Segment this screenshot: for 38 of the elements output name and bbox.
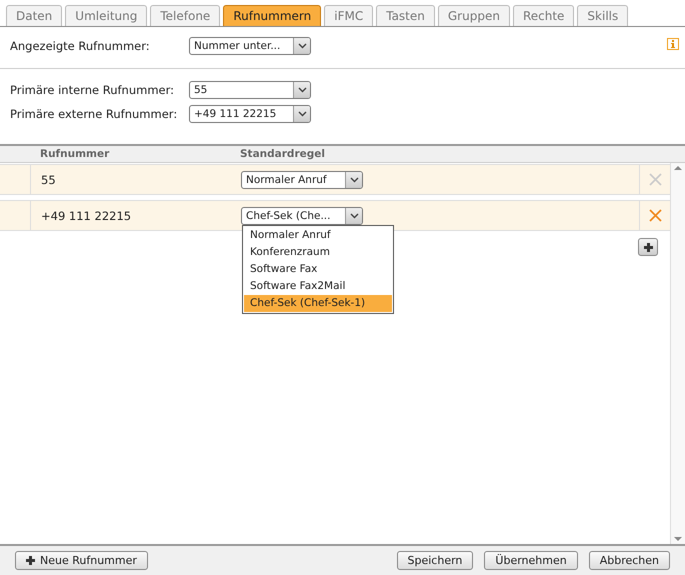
tab[interactable]: Rechte [512,5,574,26]
phone-number: 55 [40,172,57,186]
caret-icon [298,87,306,93]
tab[interactable]: Gruppen [438,5,510,26]
column-header: Rufnummer [40,148,110,160]
add-button[interactable] [638,238,658,256]
tab[interactable]: Daten [6,5,62,26]
plus-icon [644,242,652,252]
dropdown[interactable]: +49 111 22215 [189,105,311,123]
caret-icon [350,212,358,218]
dropdown[interactable]: Nummer unter... [189,37,311,55]
menu-option[interactable]: Chef-Sek (Chef-Sek-1) [244,294,392,312]
new-number-button[interactable]: Neue Rufnummer [15,551,148,570]
info-icon[interactable] [667,38,679,50]
rule-dropdown[interactable]: Normaler Anruf [241,170,363,188]
footer-button[interactable]: Speichern [396,551,474,570]
tab[interactable]: Rufnummern [223,5,322,26]
field-label: Angezeigte Rufnummer: [10,39,151,53]
caret-icon [350,176,358,182]
tab[interactable]: Tasten [376,5,435,26]
scroll-down-icon[interactable] [674,534,682,544]
tab[interactable]: iFMC [324,5,374,26]
footer-button[interactable]: Übernehmen [484,551,578,570]
tab[interactable]: Umleitung [65,5,148,26]
caret-icon [298,43,306,49]
scrollbar[interactable] [670,163,685,544]
field-label: Primäre externe Rufnummer: [10,107,178,121]
tab[interactable]: Telefone [150,5,220,26]
caret-icon [298,111,306,117]
footer-button[interactable]: Abbrechen [588,551,670,570]
scroll-up-icon[interactable] [674,163,682,173]
dropdown[interactable]: 55 [189,81,311,99]
tab[interactable]: Skills [577,5,628,26]
field-label: Primäre interne Rufnummer: [10,83,175,97]
close-icon[interactable] [648,209,662,222]
phone-number: +49 111 22215 [40,208,132,222]
plus-icon [26,556,35,565]
column-header: Standardregel [240,148,326,160]
